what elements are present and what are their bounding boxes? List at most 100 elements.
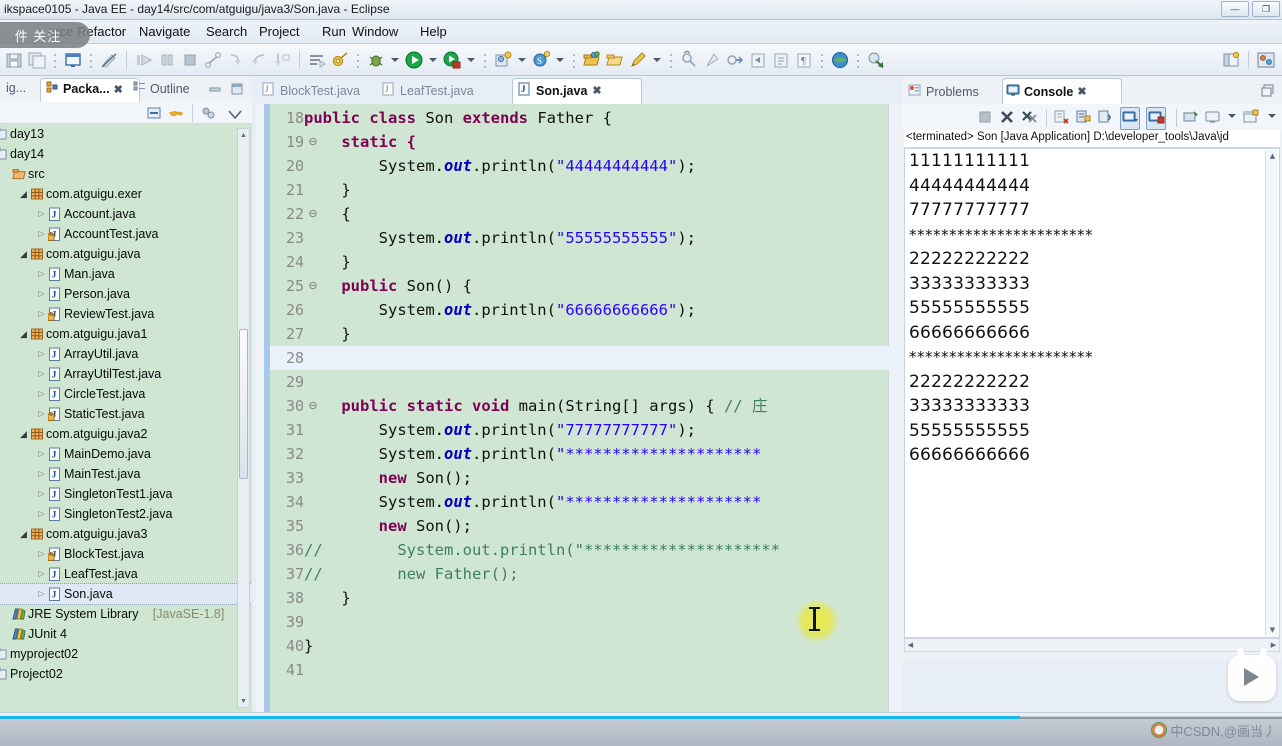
tree-item[interactable]: ▷ J CircleTest.java: [0, 384, 252, 404]
tree-item[interactable]: day13: [0, 124, 252, 144]
tree-item[interactable]: day14: [0, 144, 252, 164]
menu-item-window[interactable]: Window: [352, 24, 398, 39]
code-line[interactable]: }: [304, 178, 350, 202]
toolbar-drag-handle-5[interactable]: [572, 51, 576, 69]
word-wrap-icon[interactable]: [1096, 108, 1114, 129]
java-perspective-icon[interactable]: [1256, 50, 1276, 70]
skip-breakpoints-icon[interactable]: [307, 50, 327, 70]
pencil-chevron-down-icon[interactable]: [653, 58, 661, 62]
link-with-editor-icon[interactable]: [168, 105, 184, 124]
code-line[interactable]: System.out.println("********************…: [304, 442, 762, 466]
chevron-right-icon[interactable]: ▷: [37, 344, 46, 364]
tree-item[interactable]: JUnit 4: [0, 624, 252, 644]
chevron-right-icon[interactable]: ▷: [37, 264, 46, 284]
remove-launch-icon[interactable]: [998, 108, 1016, 129]
show-console-on-output-icon[interactable]: [1120, 107, 1140, 130]
search-chevron-down-icon[interactable]: [556, 58, 564, 62]
tree-item[interactable]: ▷ J Account.java: [0, 204, 252, 224]
display-console-chevron-down-icon[interactable]: [1228, 114, 1236, 118]
chevron-right-icon[interactable]: ▷: [37, 584, 46, 604]
chevron-right-icon[interactable]: ▷: [37, 284, 46, 304]
code-line[interactable]: // new Father();: [304, 562, 519, 586]
code-line[interactable]: }: [304, 634, 313, 658]
terminate-icon[interactable]: [976, 108, 994, 129]
open-perspective-icon[interactable]: [1221, 50, 1241, 70]
drop-to-frame-icon[interactable]: [272, 50, 292, 70]
video-progress-bar[interactable]: [0, 716, 1020, 719]
menu-item-run[interactable]: Run: [322, 24, 346, 39]
code-line[interactable]: System.out.println("77777777777");: [304, 418, 696, 442]
run-icon[interactable]: [404, 50, 424, 70]
save-icon[interactable]: [4, 50, 24, 70]
tree-item[interactable]: src: [0, 164, 252, 184]
toolbar-drag-handle-3[interactable]: [356, 51, 360, 69]
tab-console[interactable]: Console ✖: [1006, 83, 1087, 100]
code-line[interactable]: // System.out.println("*****************…: [304, 538, 780, 562]
menu-item-help[interactable]: Help: [420, 24, 447, 39]
scroll-up-arrow-icon[interactable]: ▲: [238, 129, 249, 141]
console-scroll-up-arrow-icon[interactable]: ▲: [1266, 150, 1279, 162]
code-line[interactable]: static {: [304, 130, 416, 154]
menu-item-project[interactable]: Project: [259, 24, 299, 39]
new-class-chevron-down-icon[interactable]: [518, 58, 526, 62]
restore-view-icon[interactable]: [1261, 84, 1274, 100]
code-line[interactable]: System.out.println("66666666666");: [304, 298, 696, 322]
console-vertical-scrollbar[interactable]: ▲ ▼: [1265, 150, 1278, 636]
code-line[interactable]: new Son();: [304, 514, 472, 538]
scroll-lock-icon[interactable]: [1074, 108, 1092, 129]
tree-item[interactable]: ▷JAccountTest.java: [0, 224, 252, 244]
remove-all-terminated-icon[interactable]: [1020, 108, 1038, 129]
tree-item[interactable]: ▷ J Son.java: [0, 583, 252, 605]
pause-icon[interactable]: [157, 50, 177, 70]
close-icon[interactable]: ✖: [1077, 85, 1086, 98]
chevron-right-icon[interactable]: ▷: [37, 504, 46, 524]
chevron-right-icon[interactable]: ▷: [37, 364, 46, 384]
forward-icon[interactable]: [771, 50, 791, 70]
step-over-icon[interactable]: [134, 50, 154, 70]
scroll-down-arrow-icon[interactable]: ▼: [238, 695, 249, 707]
view-menu-chevron-down-icon[interactable]: [228, 108, 242, 122]
tree-item[interactable]: ◢ com.atguigu.exer: [0, 184, 252, 204]
menu-item-navigate[interactable]: Navigate: [139, 24, 190, 39]
console-scroll-down-arrow-icon[interactable]: ▼: [1266, 624, 1279, 636]
clear-console-icon[interactable]: [1052, 108, 1070, 129]
panel-tab-debug[interactable]: ig...: [2, 81, 26, 95]
last-edit-location-icon[interactable]: [725, 50, 745, 70]
new-java-project-icon[interactable]: [330, 50, 350, 70]
restore-button[interactable]: ❐: [1252, 1, 1280, 17]
code-line[interactable]: }: [304, 250, 350, 274]
chevron-right-icon[interactable]: ▷: [37, 224, 46, 244]
tree-item[interactable]: ◢ com.atguigu.java2: [0, 424, 252, 444]
tree-item[interactable]: myproject02: [0, 644, 252, 664]
code-line[interactable]: public static void main(String[] args) {…: [304, 394, 767, 418]
chevron-down-icon[interactable]: ◢: [19, 324, 28, 344]
package-explorer-tree[interactable]: day13 day14 src ◢ com.atguigu.exer ▷ J Account.…: [0, 124, 252, 712]
run-dropdown-chevron-down-icon[interactable]: [429, 58, 437, 62]
chevron-right-icon[interactable]: ▷: [37, 444, 46, 464]
open-console-chevron-down-icon[interactable]: [1268, 114, 1276, 118]
disconnect-icon[interactable]: [203, 50, 223, 70]
code-editor[interactable]: 18 public class Son extends Father {19 ⊖ s…: [256, 104, 902, 712]
editor-tab-blocktest[interactable]: J BlockTest.java: [262, 82, 360, 99]
code-line[interactable]: System.out.println("44444444444");: [304, 154, 696, 178]
previous-annotation-icon[interactable]: [679, 50, 699, 70]
chevron-right-icon[interactable]: ▷: [37, 304, 46, 324]
tree-item[interactable]: ▷ J ArrayUtilTest.java: [0, 364, 252, 384]
save-all-icon[interactable]: [27, 50, 47, 70]
tree-item[interactable]: ◢ com.atguigu.java: [0, 244, 252, 264]
panel-tab-outline[interactable]: Outline: [133, 81, 190, 97]
display-selected-console-icon[interactable]: [1204, 108, 1222, 129]
tab-problems[interactable]: Problems: [908, 83, 979, 100]
tree-item[interactable]: ▷ J Person.java: [0, 284, 252, 304]
toolbar-drag-handle-8[interactable]: [856, 51, 860, 69]
tree-item[interactable]: ▷ J LeafTest.java: [0, 564, 252, 584]
debug-dropdown-chevron-down-icon[interactable]: [391, 58, 399, 62]
focus-on-active-task-icon[interactable]: [200, 105, 216, 124]
globe-icon[interactable]: [830, 50, 850, 70]
editor-tab-leaftest[interactable]: J LeafTest.java: [382, 82, 474, 99]
toolbar-drag-handle-7[interactable]: [820, 51, 824, 69]
open-console-icon[interactable]: [1242, 108, 1260, 129]
chevron-right-icon[interactable]: ▷: [37, 464, 46, 484]
console-horizontal-scrollbar[interactable]: ◀ ▶: [904, 638, 1280, 652]
close-icon[interactable]: ✖: [114, 83, 123, 96]
